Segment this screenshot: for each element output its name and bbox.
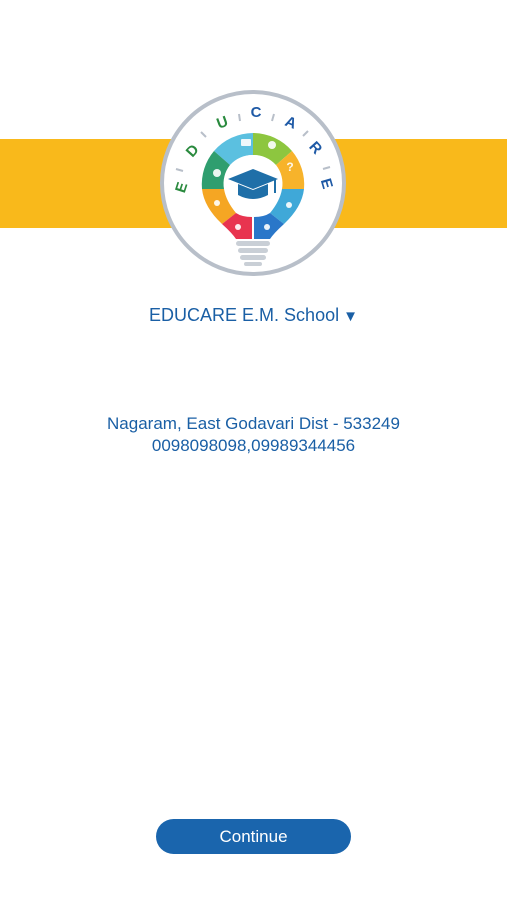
school-phone-numbers: 0098098098,09989344456 (151, 436, 356, 455)
svg-text:?: ? (286, 160, 293, 174)
school-selector[interactable]: EDUCARE E.M. School ▼ (0, 305, 507, 326)
school-contact-info: Nagaram, East Godavari Dist - 533249 009… (0, 413, 507, 457)
educare-logo: E D U C A R E ? (156, 89, 350, 277)
lightbulb-graduation-cap-icon: E D U C A R E ? (160, 90, 346, 276)
continue-button[interactable]: Continue (156, 819, 351, 854)
chevron-down-icon: ▼ (343, 308, 358, 325)
school-name: EDUCARE E.M. School (149, 305, 340, 325)
school-address: Nagaram, East Godavari Dist - 533249 (107, 414, 400, 433)
logo-letter-c: C (251, 104, 262, 121)
